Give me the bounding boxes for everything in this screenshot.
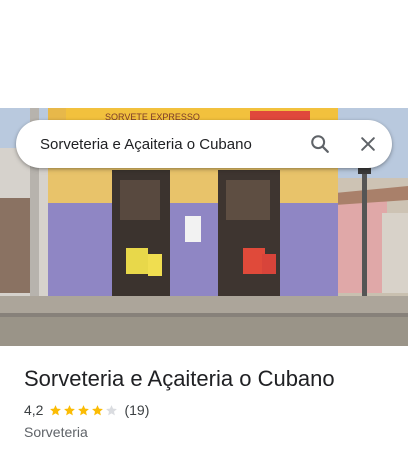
review-count[interactable]: (19) [124,402,149,418]
star-empty-icon [106,404,118,415]
search-input[interactable]: Sorveteria e Açaiteria o Cubano [40,136,296,153]
clear-search-button[interactable] [344,120,392,168]
star-filled-icon [64,404,76,415]
place-info[interactable]: Sorveteria e Açaiteria o Cubano 4,2 (19)… [24,364,392,440]
place-title: Sorveteria e Açaiteria o Cubano [24,366,335,391]
search-bar[interactable]: Sorveteria e Açaiteria o Cubano [16,120,392,168]
star-rating [49,404,119,417]
star-filled-icon [50,404,62,415]
rating-row[interactable]: 4,2 (19) [24,401,392,419]
place-category: Sorveteria [24,424,88,440]
close-icon [361,137,375,151]
search-icon [311,135,329,153]
star-filled-icon [92,404,104,415]
search-button[interactable] [296,120,344,168]
rating-value: 4,2 [24,402,44,418]
star-filled-icon [78,404,90,415]
